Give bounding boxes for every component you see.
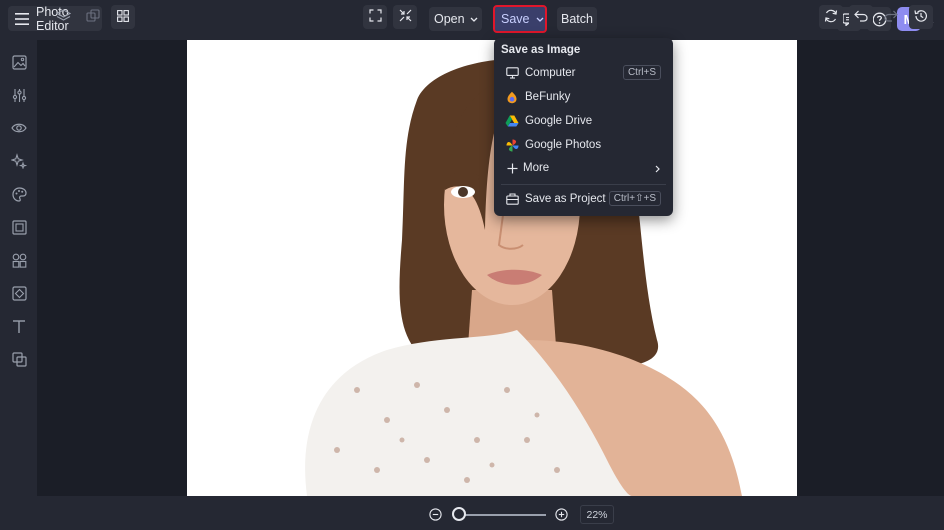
hamburger-menu-icon [15,12,29,25]
save-dropdown-menu: Save as Image Computer Ctrl+S BeFunky Go… [494,38,673,216]
zoom-level-readout[interactable]: 22% [580,505,614,524]
project-icon [505,192,519,206]
fit-to-screen-button[interactable] [363,5,387,29]
undo-icon [854,10,868,25]
open-button[interactable]: Open [429,7,482,31]
zoom-in-icon[interactable] [555,508,568,524]
palette-icon[interactable] [10,185,28,203]
save-to-computer-item[interactable]: Computer Ctrl+S [494,61,673,85]
chevron-right-icon [655,164,660,176]
plus-icon [505,161,519,175]
save-to-google-drive-item[interactable]: Google Drive [494,109,673,133]
sparkle-icon[interactable] [10,152,28,170]
text-icon[interactable] [10,317,28,335]
save-as-project-item[interactable]: Save as Project Ctrl+⇧+S [494,187,673,211]
zoom-slider-thumb[interactable] [452,507,466,521]
menu-item-label: Computer [525,67,576,79]
image-icon[interactable] [10,53,28,71]
chevron-down-icon [470,17,478,22]
redo-icon [884,10,898,25]
compare-button[interactable] [81,5,105,29]
google-photos-icon [505,138,519,152]
more-options-item[interactable]: More [494,156,673,180]
portrait-photo [187,40,797,496]
redo-button[interactable] [879,5,903,29]
refresh-icon [824,9,838,26]
save-to-befunky-item[interactable]: BeFunky [494,85,673,109]
history-icon [914,9,928,26]
monitor-icon [505,66,519,80]
zoom-out-icon[interactable] [429,508,442,524]
menu-item-label: More [523,162,550,174]
layers-icon [55,8,71,26]
undo-button[interactable] [849,5,873,29]
shapes-icon[interactable] [10,251,28,269]
save-button[interactable]: Save [493,5,547,33]
befunky-logo-icon [505,90,519,104]
collapse-icon [399,9,412,25]
graphics-icon[interactable] [10,284,28,302]
layers-button[interactable] [51,5,75,29]
menu-item-label: Google Photos [525,139,602,151]
menu-divider [501,184,666,185]
batch-label: Batch [561,12,593,26]
photo-canvas[interactable] [187,40,797,496]
grid-view-button[interactable] [111,5,135,29]
sliders-icon[interactable] [10,86,28,104]
frame-icon[interactable] [10,218,28,236]
bottom-toolbar [0,496,944,530]
google-drive-icon [505,114,519,128]
history-button[interactable] [909,5,933,29]
chevron-down-icon [536,17,544,22]
save-menu-title: Save as Image [501,44,581,56]
compare-icon [86,8,100,26]
save-to-google-photos-item[interactable]: Google Photos [494,133,673,157]
actual-size-button[interactable] [393,5,417,29]
zoom-slider-track[interactable] [460,514,546,516]
grid-icon [117,9,129,25]
layers-overlay-icon[interactable] [10,350,28,368]
menu-item-label: Save as Project [525,193,606,205]
menu-item-label: BeFunky [525,91,571,103]
open-label: Open [434,12,465,26]
refresh-button[interactable] [819,5,843,29]
keyboard-shortcut: Ctrl+S [622,65,661,80]
save-label: Save [501,12,530,26]
expand-icon [368,9,382,25]
batch-button[interactable]: Batch [557,7,597,31]
eye-icon[interactable] [10,119,28,137]
keyboard-shortcut: Ctrl+⇧+S [608,191,661,206]
menu-item-label: Google Drive [525,115,593,127]
